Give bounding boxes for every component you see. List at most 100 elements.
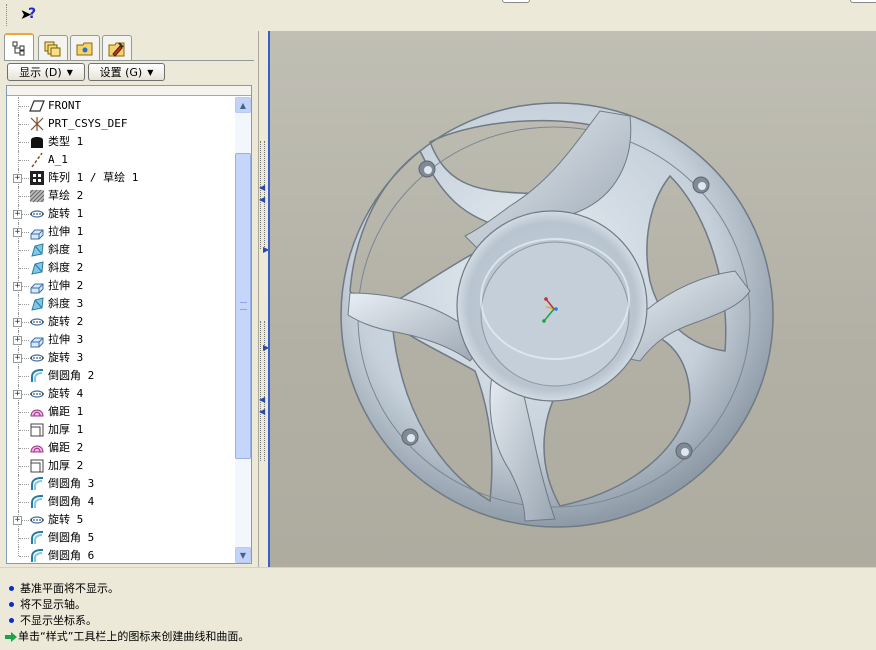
tree-item-label: 倒圆角 2 bbox=[48, 369, 95, 382]
top-toolbar: ➤ ? bbox=[0, 0, 876, 31]
tree-item[interactable]: + 拉伸 3 bbox=[7, 331, 235, 349]
tree-item[interactable]: 加厚 2 bbox=[7, 457, 235, 475]
tree-item-label: 阵列 1 / 草绘 1 bbox=[48, 171, 139, 184]
round-icon bbox=[29, 368, 45, 384]
graphics-viewport[interactable] bbox=[270, 31, 876, 567]
sketch-icon bbox=[29, 188, 45, 204]
tree-item-label: A_1 bbox=[48, 153, 68, 166]
toolbar-control-stub[interactable] bbox=[502, 0, 530, 3]
collapse-left-icon[interactable]: ◀ bbox=[259, 407, 265, 416]
tree-item-label: 倒圆角 4 bbox=[48, 495, 95, 508]
collapse-left-icon[interactable]: ◀ bbox=[259, 183, 265, 192]
tree-item-label: 拉伸 1 bbox=[48, 225, 84, 238]
settings-button-label: 设置 (G) bbox=[99, 66, 143, 79]
tree-item[interactable]: + 旋转 4 bbox=[7, 385, 235, 403]
scroll-up-button[interactable]: ▲ bbox=[235, 97, 251, 113]
panel-splitter[interactable]: ◀ ◀ ▶ ▶ ◀ ◀ bbox=[258, 31, 270, 567]
model-tree-icon bbox=[12, 41, 25, 56]
scroll-down-button[interactable]: ▼ bbox=[235, 547, 251, 563]
tab-favorites[interactable] bbox=[102, 35, 132, 61]
thicken-icon bbox=[29, 422, 45, 438]
expand-plus-icon[interactable]: + bbox=[13, 228, 22, 237]
expand-plus-icon[interactable]: + bbox=[13, 516, 22, 525]
tree-item[interactable]: + 拉伸 2 bbox=[7, 277, 235, 295]
model-tree-list: FRONT PRT_CSYS_DEF 类型 1 A_1 + 阵列 1 / 草绘 1 草绘 2… bbox=[7, 97, 235, 563]
settings-dropdown-button[interactable]: 设置 (G) ▼ bbox=[88, 63, 165, 81]
tree-item[interactable]: A_1 bbox=[7, 151, 235, 169]
info-bullet-icon bbox=[9, 601, 14, 607]
tree-item-label: 斜度 2 bbox=[48, 261, 84, 274]
tree-item[interactable]: FRONT bbox=[7, 97, 235, 115]
tree-item[interactable]: + 旋转 1 bbox=[7, 205, 235, 223]
tree-item[interactable]: 加厚 1 bbox=[7, 421, 235, 439]
tree-item-label: 斜度 3 bbox=[48, 297, 84, 310]
tree-item[interactable]: 倒圆角 5 bbox=[7, 529, 235, 547]
round-icon bbox=[29, 494, 45, 510]
context-help-icon[interactable]: ➤ ? bbox=[18, 6, 40, 26]
show-button-label: 显示 (D) bbox=[19, 66, 62, 79]
tree-item[interactable]: + 阵列 1 / 草绘 1 bbox=[7, 169, 235, 187]
tree-item-label: 类型 1 bbox=[48, 135, 84, 148]
round-icon bbox=[29, 548, 45, 563]
tree-item[interactable]: 斜度 2 bbox=[7, 259, 235, 277]
show-dropdown-button[interactable]: 显示 (D) ▼ bbox=[7, 63, 85, 81]
revolve-icon bbox=[29, 386, 45, 402]
message-line: 单击“样式”工具栏上的图标来创建曲线和曲面。 bbox=[5, 629, 249, 645]
expand-plus-icon[interactable]: + bbox=[13, 174, 22, 183]
collapse-left-icon[interactable]: ◀ bbox=[259, 395, 265, 404]
chevron-down-icon: ▼ bbox=[147, 67, 154, 77]
tree-vertical-scrollbar[interactable]: ▲ ▼ bbox=[235, 97, 251, 563]
tree-item[interactable]: 倒圆角 6 bbox=[7, 547, 235, 563]
expand-plus-icon[interactable]: + bbox=[13, 210, 22, 219]
tree-item[interactable]: + 旋转 3 bbox=[7, 349, 235, 367]
message-line: 将不显示轴。 bbox=[7, 597, 86, 613]
navigator-panel: 显示 (D) ▼ 设置 (G) ▼ FRONT PRT_CSYS_DEF 类型 1 A… bbox=[0, 31, 258, 567]
tree-item-label: 旋转 2 bbox=[48, 315, 84, 328]
tree-item[interactable]: 斜度 3 bbox=[7, 295, 235, 313]
tab-folder-browser[interactable] bbox=[70, 35, 100, 61]
type-feature-icon bbox=[29, 134, 45, 150]
tree-item[interactable]: 类型 1 bbox=[7, 133, 235, 151]
tree-item[interactable]: + 拉伸 1 bbox=[7, 223, 235, 241]
tree-item-label: 旋转 5 bbox=[48, 513, 84, 526]
tree-column-header bbox=[7, 86, 251, 96]
tab-model-tree[interactable] bbox=[4, 33, 34, 61]
revolve-icon bbox=[29, 350, 45, 366]
layers-icon bbox=[44, 41, 61, 56]
offset-icon bbox=[29, 440, 45, 456]
tree-item[interactable]: 倒圆角 4 bbox=[7, 493, 235, 511]
tree-item[interactable]: PRT_CSYS_DEF bbox=[7, 115, 235, 133]
tree-item[interactable]: 倒圆角 3 bbox=[7, 475, 235, 493]
expand-plus-icon[interactable]: + bbox=[13, 282, 22, 291]
tree-item[interactable]: + 旋转 5 bbox=[7, 511, 235, 529]
expand-plus-icon[interactable]: + bbox=[13, 318, 22, 327]
tree-item-label: 草绘 2 bbox=[48, 189, 84, 202]
tree-item[interactable]: + 旋转 2 bbox=[7, 313, 235, 331]
expand-plus-icon[interactable]: + bbox=[13, 354, 22, 363]
expand-plus-icon[interactable]: + bbox=[13, 390, 22, 399]
tab-layers[interactable] bbox=[38, 35, 68, 61]
wheel-model[interactable] bbox=[270, 31, 876, 567]
tree-item-label: 旋转 4 bbox=[48, 387, 84, 400]
datum-axis-icon bbox=[29, 152, 45, 168]
round-icon bbox=[29, 530, 45, 546]
tree-item[interactable]: 草绘 2 bbox=[7, 187, 235, 205]
hub-bore bbox=[480, 241, 630, 387]
toolbar-grip[interactable] bbox=[6, 4, 9, 26]
thicken-icon bbox=[29, 458, 45, 474]
revolve-icon bbox=[29, 206, 45, 222]
tree-item-label: 偏距 2 bbox=[48, 441, 84, 454]
toolbar-control-stub[interactable] bbox=[850, 0, 876, 3]
scroll-thumb[interactable] bbox=[235, 153, 251, 459]
tree-item[interactable]: 偏距 1 bbox=[7, 403, 235, 421]
tree-item[interactable]: 倒圆角 2 bbox=[7, 367, 235, 385]
revolve-icon bbox=[29, 512, 45, 528]
extrude-icon bbox=[29, 224, 45, 240]
tree-item-label: FRONT bbox=[48, 99, 82, 112]
expand-plus-icon[interactable]: + bbox=[13, 336, 22, 345]
draft-icon bbox=[29, 296, 45, 312]
extrude-icon bbox=[29, 278, 45, 294]
tree-item[interactable]: 斜度 1 bbox=[7, 241, 235, 259]
collapse-left-icon[interactable]: ◀ bbox=[259, 195, 265, 204]
tree-item[interactable]: 偏距 2 bbox=[7, 439, 235, 457]
